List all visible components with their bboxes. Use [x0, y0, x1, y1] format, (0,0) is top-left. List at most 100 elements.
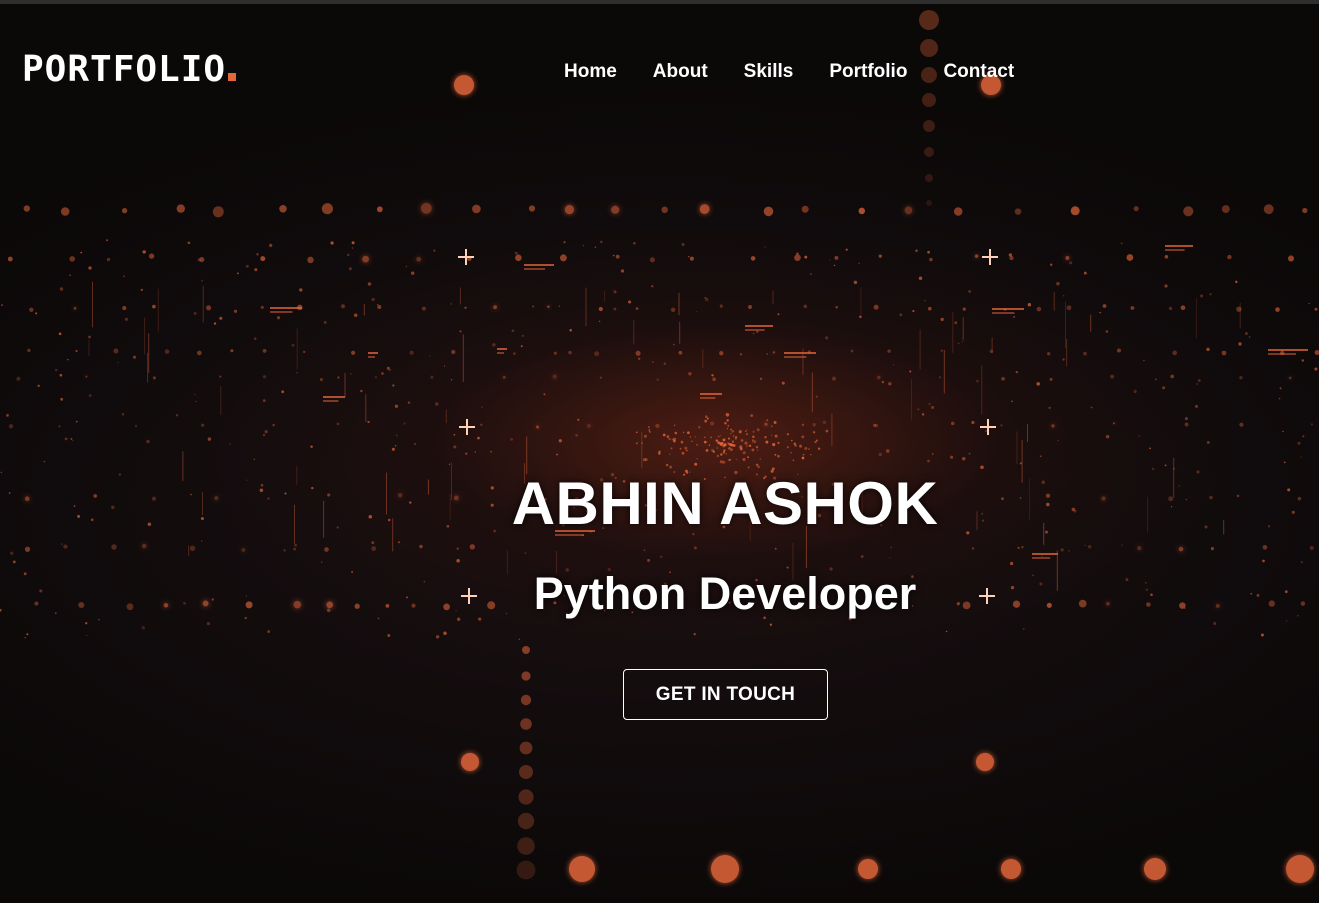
particle-dot	[1057, 439, 1059, 442]
particle-dot	[1244, 331, 1248, 336]
particle-dot	[635, 442, 639, 445]
particle-dot	[835, 305, 839, 309]
particle-dot	[772, 351, 776, 354]
burst-dot	[726, 419, 729, 422]
code-streak	[633, 319, 635, 345]
code-streak	[1016, 431, 1018, 464]
particle-dot	[207, 437, 212, 441]
particle-dot	[477, 436, 480, 440]
column-dot	[517, 837, 535, 855]
particle-dot	[307, 256, 314, 264]
particle-dot	[989, 349, 994, 354]
burst-dot	[644, 458, 648, 462]
particle-dot	[64, 437, 68, 441]
burst-dot	[799, 444, 803, 448]
code-streak	[497, 352, 504, 354]
particle-dot	[1008, 253, 1013, 257]
burst-dot	[725, 452, 728, 455]
code-streak	[1195, 298, 1197, 339]
burst-dot	[732, 435, 735, 437]
particle-dot	[140, 288, 143, 292]
particle-dot	[377, 303, 379, 306]
burst-dot	[738, 430, 742, 434]
particle-dot	[201, 279, 204, 282]
burst-dot	[772, 443, 776, 447]
burst-dot	[774, 434, 778, 438]
particle-dot	[1083, 271, 1087, 275]
particle-dot	[176, 204, 185, 213]
particle-dot	[435, 635, 440, 639]
particle-dot	[1056, 282, 1060, 286]
particle-dot	[213, 322, 217, 325]
burst-dot	[734, 437, 737, 440]
particle-dot	[710, 421, 715, 426]
particle-dot	[888, 382, 892, 386]
particle-dot	[752, 430, 755, 433]
particle-dot	[824, 336, 829, 340]
particle-dot	[253, 458, 256, 461]
burst-dot	[668, 437, 671, 441]
particle-dot	[1062, 294, 1065, 297]
code-streak	[1090, 314, 1092, 332]
particle-dot	[448, 463, 451, 465]
particle-dot	[974, 254, 979, 258]
burst-dot	[731, 440, 735, 443]
site-logo[interactable]: PORTFOLIO	[22, 50, 237, 90]
particle-dot	[859, 315, 862, 319]
particle-dot	[411, 271, 415, 275]
burst-dot	[801, 435, 805, 439]
nav-link-about[interactable]: About	[635, 58, 726, 86]
particle-dot	[559, 254, 567, 262]
glow-orb	[1001, 859, 1021, 879]
particle-dot	[878, 452, 883, 457]
code-streak	[1165, 245, 1193, 247]
get-in-touch-button[interactable]: GET IN TOUCH	[623, 669, 828, 720]
glow-orb	[711, 855, 739, 883]
particle-dot	[764, 422, 768, 426]
particle-dot	[407, 401, 411, 404]
burst-dot	[689, 436, 692, 438]
code-streak	[365, 394, 367, 422]
particle-dot	[1170, 374, 1175, 379]
particle-dot	[430, 375, 434, 379]
particle-dot	[1236, 306, 1242, 312]
particle-dot	[377, 304, 382, 310]
particle-dot	[945, 630, 948, 633]
particle-dot	[212, 206, 224, 218]
particle-dot	[928, 306, 932, 311]
particle-dot	[763, 206, 774, 217]
code-streak	[1053, 292, 1055, 311]
nav-link-contact[interactable]: Contact	[925, 58, 1032, 86]
particle-dot	[1239, 422, 1244, 427]
burst-dot	[766, 419, 769, 422]
particle-dot	[148, 253, 155, 259]
particle-dot	[853, 280, 858, 285]
nav-link-home[interactable]: Home	[546, 58, 635, 86]
particle-dot	[720, 453, 723, 456]
burst-dot	[742, 451, 746, 455]
particle-dot	[405, 265, 408, 268]
particle-dot	[1143, 359, 1145, 362]
nav-link-skills[interactable]: Skills	[726, 58, 812, 86]
particle-dot	[1184, 422, 1189, 427]
particle-dot	[615, 254, 620, 259]
particle-dot	[531, 305, 535, 308]
particle-dot	[649, 257, 655, 263]
particle-dot	[931, 405, 935, 409]
sparkle-cross	[980, 419, 996, 435]
particle-dot	[233, 309, 238, 313]
particle-dot	[443, 631, 447, 635]
particle-dot	[123, 275, 125, 277]
nav-link-portfolio[interactable]: Portfolio	[811, 58, 925, 86]
particle-dot	[528, 205, 536, 212]
particle-dot	[1260, 633, 1264, 637]
particle-dot	[656, 378, 659, 381]
particle-dot	[1162, 386, 1166, 390]
particle-dot	[985, 430, 987, 432]
particle-dot	[1172, 350, 1178, 356]
particle-dot	[750, 256, 756, 261]
burst-dot	[666, 435, 670, 438]
particle-dot	[968, 452, 971, 455]
particle-dot	[1009, 256, 1014, 261]
particle-dot	[88, 394, 92, 397]
